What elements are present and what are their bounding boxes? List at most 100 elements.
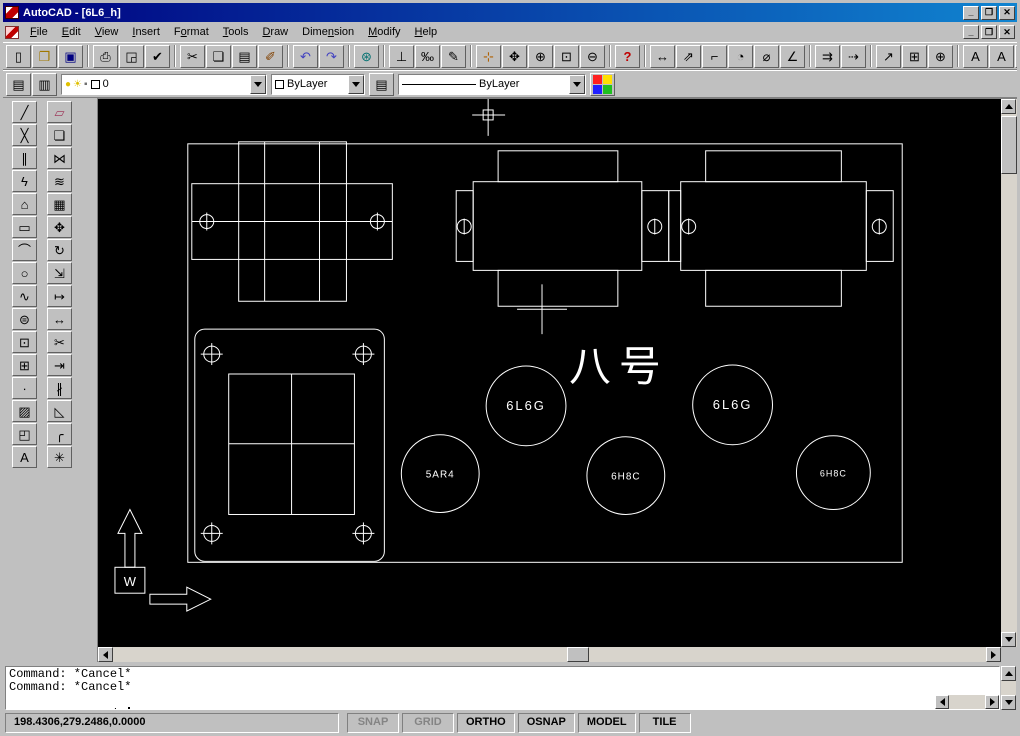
spelling-button[interactable]: ✔ [145, 44, 170, 68]
chassis-outline[interactable] [187, 143, 903, 563]
break-button[interactable]: ∦ [47, 377, 72, 399]
color-dropdown[interactable]: ByLayer [271, 73, 365, 95]
color-dropdown-arrow[interactable] [348, 74, 364, 94]
point-button[interactable]: ∙ [12, 377, 37, 399]
erase-button[interactable]: ▱ [47, 101, 72, 123]
child-minimize-button[interactable]: _ [963, 25, 979, 39]
layer-dropdown-arrow[interactable] [250, 74, 266, 94]
command-horizontal-scrollbar[interactable] [935, 695, 999, 709]
canvas-vertical-scrollbar[interactable] [1001, 99, 1017, 647]
h-scroll-track[interactable] [113, 647, 986, 662]
object-properties-button[interactable] [590, 72, 615, 96]
command-scroll-right-button[interactable] [985, 695, 999, 709]
dim-update-button[interactable]: ↻ [1015, 44, 1017, 68]
array-button[interactable]: ▦ [47, 193, 72, 215]
stretch-button[interactable]: ↦ [47, 285, 72, 307]
mirror-button[interactable]: ⋈ [47, 147, 72, 169]
print-preview-button[interactable]: ◲ [119, 44, 144, 68]
h-scroll-thumb[interactable] [566, 647, 589, 662]
linetype-button[interactable]: ▤ [369, 72, 394, 96]
insert-menu[interactable]: Insert [125, 23, 167, 41]
redraw-button[interactable]: ✎ [441, 44, 466, 68]
save-button[interactable]: ▣ [58, 44, 83, 68]
tile-toggle[interactable]: TILE [638, 713, 691, 733]
print-button[interactable]: ⎙ [93, 44, 118, 68]
tools-menu[interactable]: Tools [216, 23, 256, 41]
explode-button[interactable]: ✳ [47, 446, 72, 468]
snap-toggle[interactable]: SNAP [347, 713, 399, 733]
transformer-top-left[interactable] [191, 141, 393, 302]
insert-block-button[interactable]: ⊡ [12, 331, 37, 353]
hatch-button[interactable]: ▨ [12, 400, 37, 422]
format-menu[interactable]: Format [167, 23, 216, 41]
cad-drawing[interactable]: 6L6G 6L6G 5AR4 6H8C 6H8C 八号 W [98, 99, 1001, 647]
drawing-viewport[interactable]: 6L6G 6L6G 5AR4 6H8C 6H8C 八号 W [98, 99, 1001, 647]
center-mark[interactable] [517, 284, 567, 335]
dim-edit-button[interactable]: A [963, 44, 988, 68]
center-mark-button[interactable]: ⊕ [928, 44, 953, 68]
command-prompt-line[interactable]: Command: [9, 694, 996, 709]
tolerance-button[interactable]: ⊞ [902, 44, 927, 68]
command-vertical-scrollbar[interactable] [1001, 666, 1016, 710]
title-bar[interactable]: AutoCAD - [6L6_h] _ ❐ ✕ [3, 3, 1017, 22]
dim-radius-button[interactable]: ◔ [728, 44, 753, 68]
command-scroll-left-button[interactable] [935, 695, 949, 709]
extend-button[interactable]: ⇥ [47, 354, 72, 376]
rotate-button[interactable]: ↻ [47, 239, 72, 261]
child-restore-button[interactable]: ❐ [981, 25, 997, 39]
redo-button[interactable]: ↷ [319, 44, 344, 68]
circle-button[interactable]: ○ [12, 262, 37, 284]
linetype-dropdown-arrow[interactable] [569, 74, 585, 94]
draw-menu[interactable]: Draw [255, 23, 295, 41]
multiline-text-button[interactable]: A [12, 446, 37, 468]
scale-button[interactable]: ⇲ [47, 262, 72, 284]
maximize-button[interactable]: ❐ [981, 5, 997, 20]
command-h-scroll-track[interactable] [949, 695, 985, 709]
scroll-left-button[interactable] [98, 647, 113, 662]
v-scroll-thumb[interactable] [1001, 116, 1017, 174]
layer-dropdown[interactable]: ● ☀ ▪ 0 [61, 73, 267, 95]
new-button[interactable]: ▯ [6, 44, 31, 68]
dim-baseline-button[interactable]: ⇉ [815, 44, 840, 68]
dim-text-edit-button[interactable]: A [989, 44, 1014, 68]
scroll-right-button[interactable] [986, 647, 1001, 662]
dim-angular-button[interactable]: ∠ [780, 44, 805, 68]
layers-button[interactable]: ▥ [32, 72, 57, 96]
trim-button[interactable]: ✂ [47, 331, 72, 353]
minimize-button[interactable]: _ [963, 5, 979, 20]
grid-toggle[interactable]: GRID [402, 713, 454, 733]
ortho-toggle[interactable]: ORTHO [457, 713, 515, 733]
object-snap-button[interactable]: ⊹ [476, 44, 501, 68]
transformer-top-middle[interactable] [455, 150, 670, 307]
construction-line-button[interactable]: ╳ [12, 124, 37, 146]
rectangle-button[interactable]: ▭ [12, 216, 37, 238]
region-button[interactable]: ◰ [12, 423, 37, 445]
transformer-top-right[interactable] [668, 150, 894, 307]
distance-button[interactable]: ‰ [415, 44, 440, 68]
lengthen-button[interactable]: ↔ [47, 308, 72, 330]
edit-menu[interactable]: Edit [55, 23, 88, 41]
ucs-button[interactable]: ⊥ [389, 44, 414, 68]
dim-aligned-button[interactable]: ⇗ [676, 44, 701, 68]
file-menu[interactable]: File [23, 23, 55, 41]
tube-6h8c-left[interactable]: 6H8C [586, 436, 666, 515]
make-object-layer-current-button[interactable]: ▤ [6, 72, 31, 96]
tube-6l6g-left[interactable]: 6L6G [485, 365, 567, 447]
offset-button[interactable]: ≋ [47, 170, 72, 192]
multiline-button[interactable]: ∥ [12, 147, 37, 169]
v-scroll-track[interactable] [1001, 114, 1017, 632]
dim-linear-button[interactable]: ↔ [650, 44, 675, 68]
pan-realtime-button[interactable]: ✥ [502, 44, 527, 68]
tube-6l6g-right[interactable]: 6L6G [692, 364, 774, 446]
cut-button[interactable]: ✂ [180, 44, 205, 68]
match-properties-button[interactable]: ✐ [258, 44, 283, 68]
dim-ordinate-button[interactable]: ⌐ [702, 44, 727, 68]
mounting-plate[interactable] [194, 328, 385, 562]
dim-continue-button[interactable]: ⇢ [841, 44, 866, 68]
chamfer-button[interactable]: ◺ [47, 400, 72, 422]
zoom-previous-button[interactable]: ⊖ [580, 44, 605, 68]
tube-6h8c-right[interactable]: 6H8C [795, 435, 871, 510]
dim-diameter-button[interactable]: ⌀ [754, 44, 779, 68]
polyline-button[interactable]: ϟ [12, 170, 37, 192]
model-toggle[interactable]: MODEL [577, 713, 636, 733]
